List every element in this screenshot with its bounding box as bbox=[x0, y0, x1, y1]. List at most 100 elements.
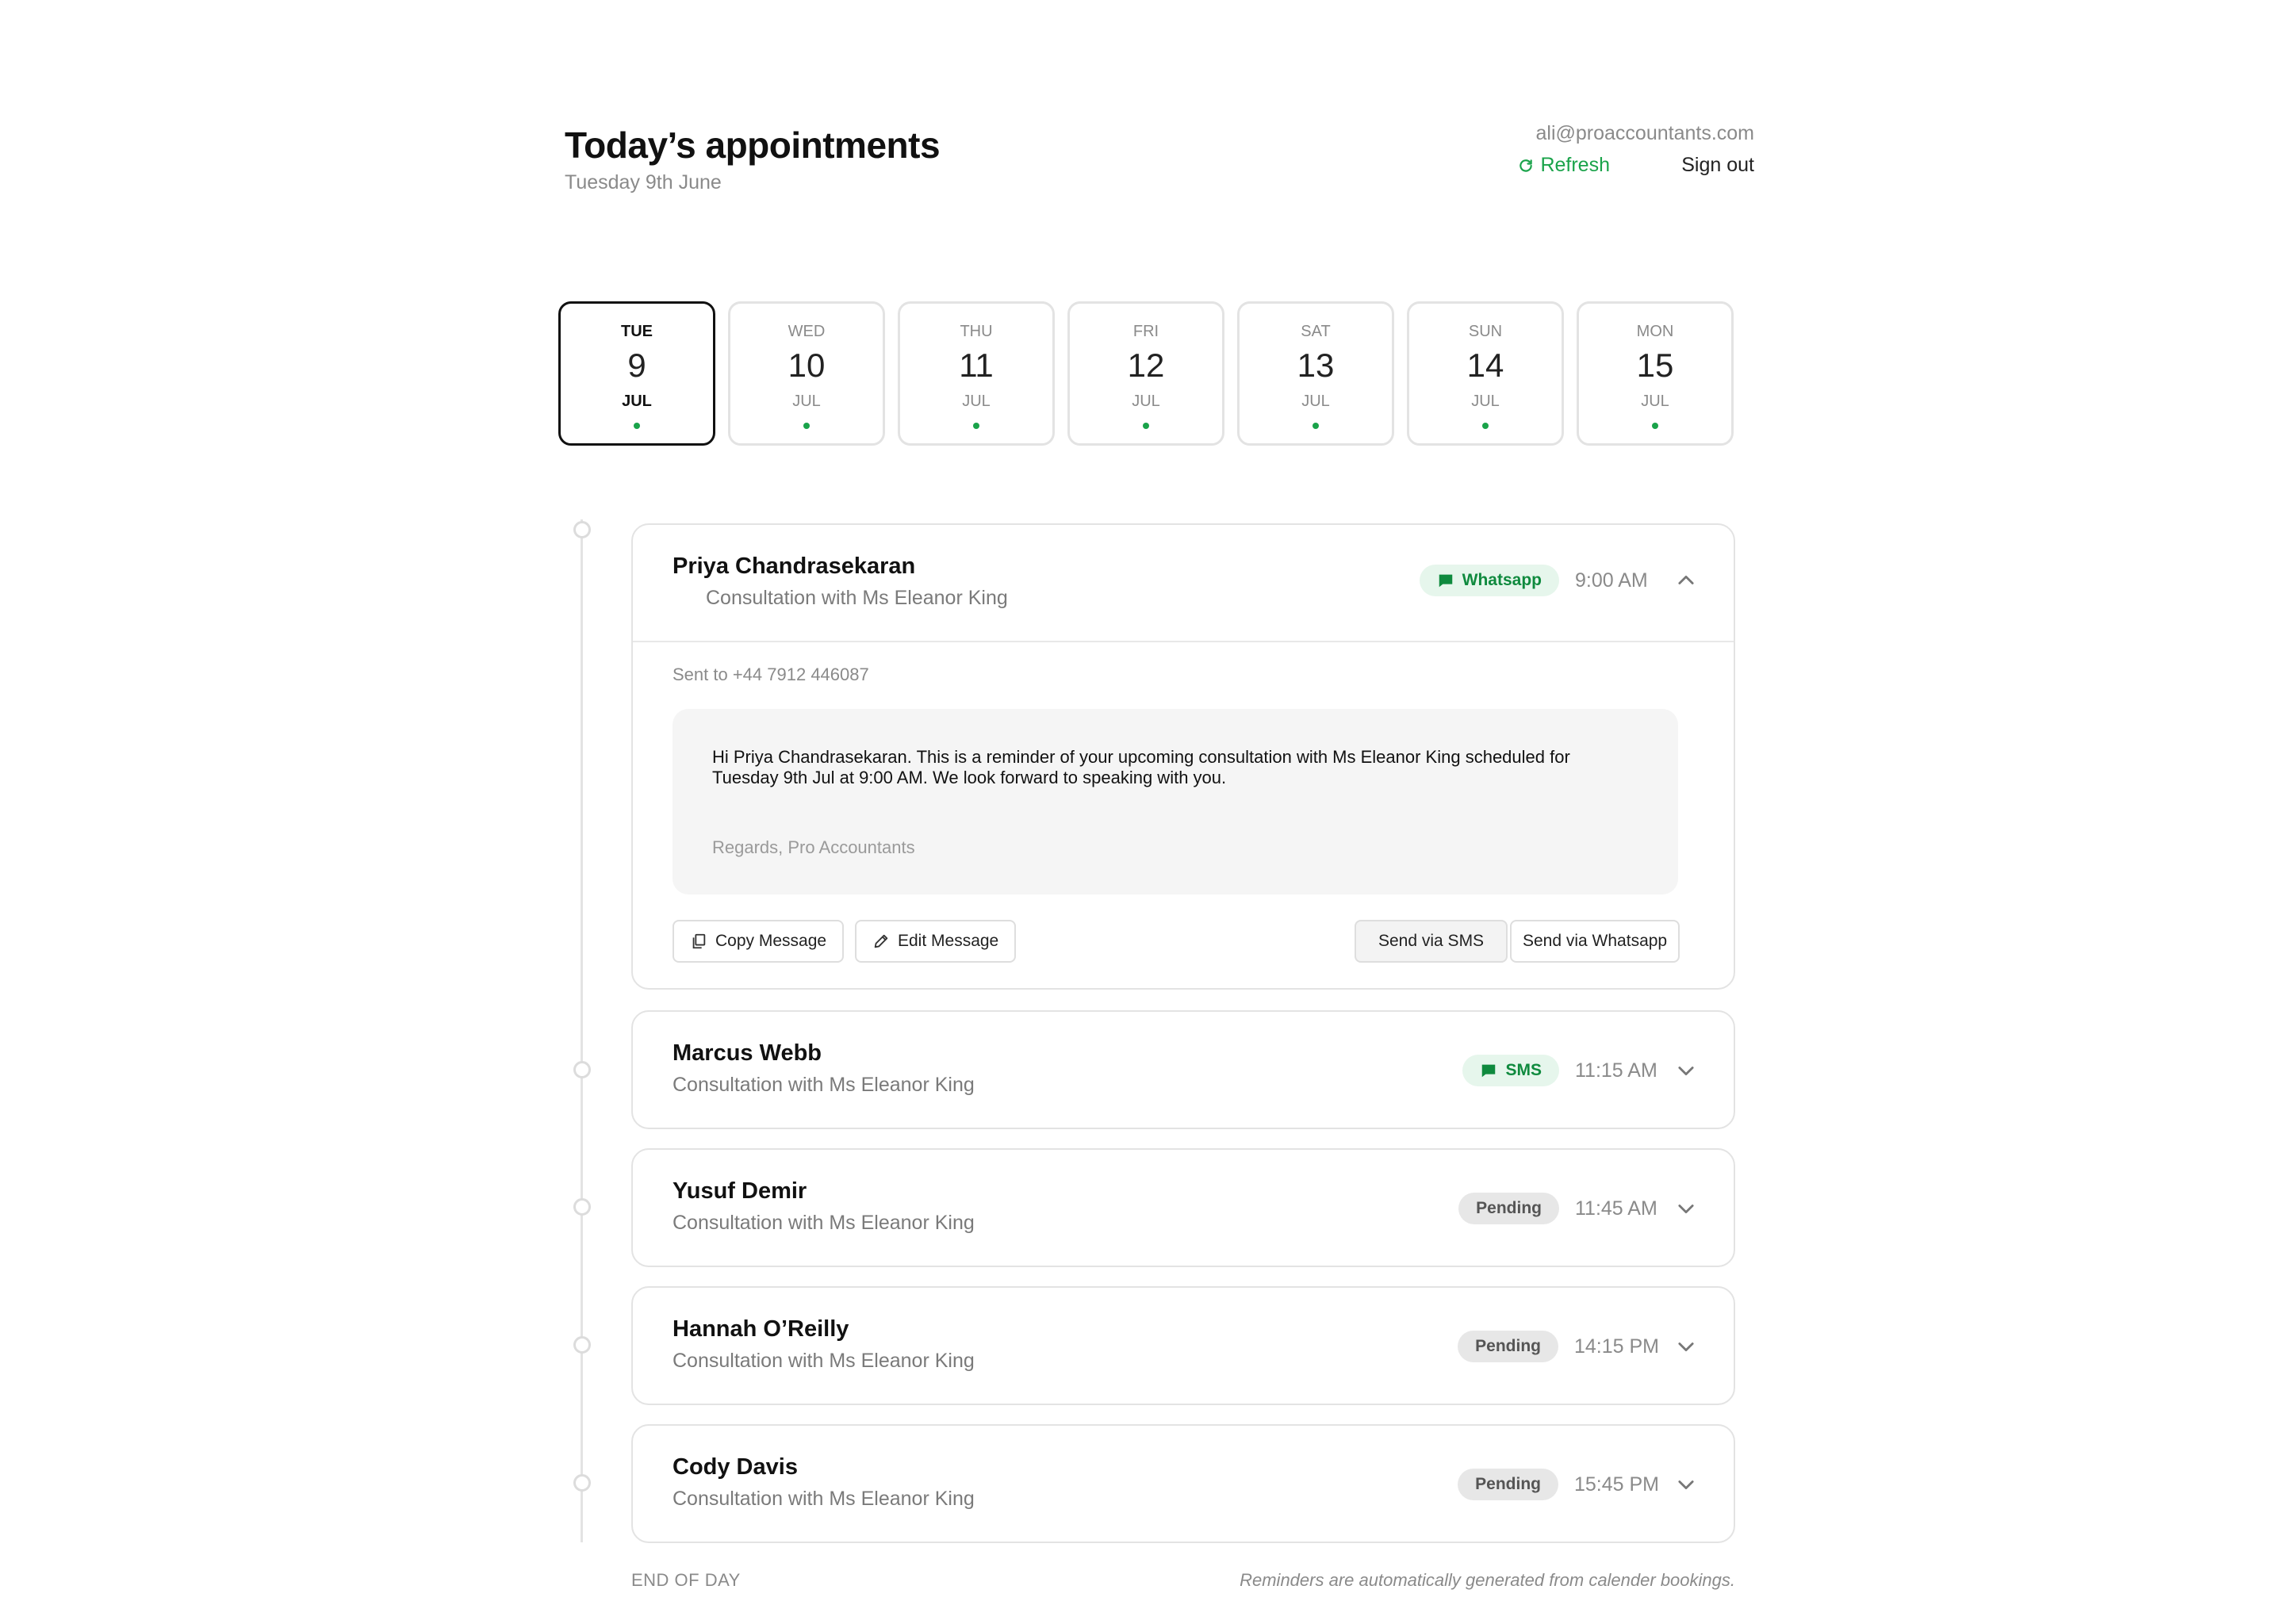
chat-icon bbox=[1482, 1064, 1496, 1078]
chat-icon bbox=[1439, 574, 1452, 588]
client-name: Yusuf Demir bbox=[673, 1178, 807, 1204]
user-email: ali@proaccountants.com bbox=[1535, 122, 1754, 144]
day-number: 9 bbox=[627, 347, 646, 384]
day-month: JUL bbox=[1641, 393, 1669, 410]
status-badge: Pending bbox=[1458, 1469, 1558, 1500]
edit-message-label: Edit Message bbox=[898, 932, 999, 950]
copy-message-button[interactable]: Copy Message bbox=[673, 920, 845, 963]
chevron-down-icon[interactable] bbox=[1675, 1197, 1697, 1220]
reminders-note: Reminders are automatically generated fr… bbox=[1240, 1570, 1735, 1590]
appointment-type: Consultation with Ms Eleanor King bbox=[673, 1212, 975, 1234]
refresh-button[interactable]: Refresh bbox=[1518, 154, 1610, 177]
day-name: WED bbox=[788, 323, 826, 340]
end-of-day-label: END OF DAY bbox=[631, 1570, 741, 1590]
timeline-node bbox=[573, 1198, 591, 1216]
day-name: THU bbox=[960, 323, 993, 340]
appointment-meta: Pending 11:45 AM bbox=[1458, 1193, 1697, 1224]
appointment-type: Consultation with Ms Eleanor King bbox=[673, 1488, 975, 1510]
chevron-up-icon[interactable] bbox=[1675, 569, 1697, 592]
send-whatsapp-button[interactable]: Send via Whatsapp bbox=[1510, 920, 1680, 963]
day-month: JUL bbox=[792, 393, 821, 410]
message-signature: Regards, Pro Accountants bbox=[712, 837, 915, 857]
day-name: MON bbox=[1636, 323, 1674, 340]
day-month: JUL bbox=[962, 393, 991, 410]
page: Today’s appointments Tuesday 9th June al… bbox=[558, 119, 1754, 1610]
day-name: TUE bbox=[621, 323, 653, 340]
client-name: Priya Chandrasekaran bbox=[673, 553, 916, 579]
has-appointments-dot bbox=[1482, 423, 1489, 429]
day-month: JUL bbox=[1301, 393, 1330, 410]
client-name: Marcus Webb bbox=[673, 1040, 822, 1066]
appointment-meta: SMS 11:15 AM bbox=[1462, 1055, 1697, 1086]
appointment-card-expanded: Priya Chandrasekaran Consultation with M… bbox=[631, 523, 1735, 990]
client-name: Cody Davis bbox=[673, 1454, 798, 1480]
timeline-node bbox=[573, 1336, 591, 1354]
has-appointments-dot bbox=[634, 423, 640, 429]
page-date: Tuesday 9th June bbox=[565, 171, 722, 193]
status-badge: Pending bbox=[1458, 1193, 1559, 1224]
appointment-time: 11:15 AM bbox=[1575, 1059, 1657, 1082]
timeline-node bbox=[573, 521, 591, 538]
sent-to-label: Sent to +44 7912 446087 bbox=[673, 665, 869, 684]
send-sms-button[interactable]: Send via SMS bbox=[1355, 920, 1508, 963]
appointment-time: 15:45 PM bbox=[1573, 1473, 1659, 1496]
appointment-meta: Whatsapp 9:00 AM bbox=[1419, 565, 1697, 596]
day-number: 11 bbox=[959, 347, 994, 384]
appointment-type: Consultation with Ms Eleanor King bbox=[673, 1350, 975, 1372]
sign-out-button[interactable]: Sign out bbox=[1681, 154, 1754, 177]
day-name: SAT bbox=[1301, 323, 1331, 340]
day-name: SUN bbox=[1468, 323, 1503, 340]
has-appointments-dot bbox=[1143, 423, 1149, 429]
has-appointments-dot bbox=[1652, 423, 1658, 429]
status-badge: Pending bbox=[1458, 1331, 1558, 1362]
appointment-card[interactable]: Yusuf Demir Consultation with Ms Eleanor… bbox=[631, 1148, 1735, 1267]
appointment-time: 11:45 AM bbox=[1575, 1197, 1657, 1220]
appointment-meta: Pending 15:45 PM bbox=[1458, 1469, 1697, 1500]
day-number: 13 bbox=[1297, 347, 1335, 384]
timeline-node bbox=[573, 1474, 591, 1492]
day-tab-fri[interactable]: FRI 12 JUL bbox=[1067, 301, 1224, 446]
chevron-down-icon[interactable] bbox=[1675, 1335, 1697, 1358]
day-tab-tue[interactable]: TUE 9 JUL bbox=[558, 301, 715, 446]
channel-badge: SMS bbox=[1462, 1055, 1559, 1086]
appointment-time: 9:00 AM bbox=[1575, 569, 1648, 592]
channel-badge-label: Whatsapp bbox=[1462, 571, 1542, 589]
has-appointments-dot bbox=[973, 423, 979, 429]
page-title: Today’s appointments bbox=[565, 124, 941, 166]
timeline-line bbox=[581, 519, 583, 1542]
day-month: JUL bbox=[622, 393, 652, 410]
day-tab-sun[interactable]: SUN 14 JUL bbox=[1407, 301, 1564, 446]
copy-message-label: Copy Message bbox=[715, 932, 827, 950]
has-appointments-dot bbox=[803, 423, 810, 429]
refresh-label: Refresh bbox=[1540, 154, 1610, 176]
copy-icon bbox=[692, 933, 706, 949]
pencil-icon bbox=[874, 934, 888, 948]
day-number: 10 bbox=[788, 347, 826, 384]
appointment-type: Consultation with Ms Eleanor King bbox=[673, 1074, 975, 1096]
message-body: Hi Priya Chandrasekaran. This is a remin… bbox=[712, 747, 1570, 787]
day-tab-mon[interactable]: MON 15 JUL bbox=[1577, 301, 1734, 446]
channel-badge-label: SMS bbox=[1505, 1061, 1542, 1079]
day-month: JUL bbox=[1132, 393, 1160, 410]
day-tab-sat[interactable]: SAT 13 JUL bbox=[1237, 301, 1394, 446]
day-month: JUL bbox=[1471, 393, 1500, 410]
appointment-card[interactable]: Cody Davis Consultation with Ms Eleanor … bbox=[631, 1424, 1735, 1543]
client-name: Hannah O’Reilly bbox=[673, 1316, 849, 1342]
day-name: FRI bbox=[1132, 323, 1159, 340]
day-number: 12 bbox=[1127, 347, 1165, 384]
appointment-card[interactable]: Hannah O’Reilly Consultation with Ms Ele… bbox=[631, 1286, 1735, 1405]
appointment-time: 14:15 PM bbox=[1573, 1335, 1659, 1358]
card-divider bbox=[633, 641, 1734, 642]
day-tab-wed[interactable]: WED 10 JUL bbox=[728, 301, 885, 446]
refresh-icon bbox=[1519, 159, 1533, 172]
day-number: 14 bbox=[1466, 347, 1504, 384]
day-tab-thu[interactable]: THU 11 JUL bbox=[898, 301, 1055, 446]
has-appointments-dot bbox=[1313, 423, 1319, 429]
day-number: 15 bbox=[1636, 347, 1674, 384]
appointment-type: Consultation with Ms Eleanor King bbox=[706, 587, 1008, 609]
day-selector: TUE 9 JUL WED 10 JUL THU 11 JUL FRI 12 J… bbox=[558, 301, 1734, 446]
chevron-down-icon[interactable] bbox=[1675, 1473, 1697, 1496]
chevron-down-icon[interactable] bbox=[1675, 1059, 1697, 1082]
appointment-card[interactable]: Marcus Webb Consultation with Ms Eleanor… bbox=[631, 1010, 1735, 1129]
edit-message-button[interactable]: Edit Message bbox=[855, 920, 1017, 963]
